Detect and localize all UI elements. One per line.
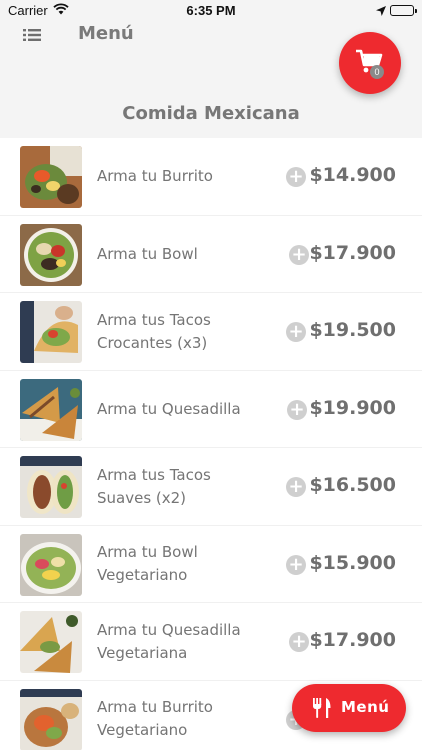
- food-image: [20, 533, 82, 596]
- add-to-cart-button[interactable]: +: [286, 477, 306, 497]
- item-name: Arma tus Tacos Crocantes (x3): [97, 310, 211, 352]
- list-item[interactable]: Arma tus Tacos Suaves (x2) + $16.500: [0, 448, 422, 526]
- food-image: [20, 301, 82, 363]
- item-name: Arma tu Burrito: [97, 167, 213, 185]
- list-item[interactable]: Arma tu Bowl + $17.900: [0, 215, 422, 293]
- add-to-cart-button[interactable]: +: [286, 167, 306, 187]
- status-bar: Carrier 6:35 PM: [0, 0, 422, 22]
- add-to-cart-button[interactable]: +: [289, 244, 309, 265]
- cart-count-badge: 0: [370, 65, 384, 79]
- item-name: Arma tu Burrito Vegetariano: [97, 698, 213, 739]
- list-menu-icon[interactable]: [22, 27, 44, 43]
- menu-fab-label: Menú: [341, 698, 390, 716]
- item-price: $19.900: [309, 396, 396, 419]
- menu-list: Arma tu Burrito + $14.900 Arma tu Bowl +…: [0, 138, 422, 750]
- food-image: [20, 611, 82, 673]
- food-image: [20, 223, 82, 286]
- add-to-cart-button[interactable]: +: [286, 322, 306, 342]
- list-item[interactable]: Arma tu Burrito + $14.900: [0, 138, 422, 216]
- food-image: [20, 456, 82, 518]
- item-price: $15.900: [309, 551, 396, 574]
- battery-icon: [390, 5, 417, 16]
- item-name: Arma tus Tacos Suaves (x2): [97, 465, 211, 507]
- item-name: Arma tu Quesadilla Vegetariana: [97, 620, 241, 662]
- cart-button[interactable]: 0: [339, 32, 401, 94]
- page-title: Menú: [78, 23, 134, 44]
- food-image: [20, 688, 82, 750]
- item-price: $19.500: [309, 319, 396, 341]
- cutlery-icon: [313, 698, 331, 718]
- item-price: $14.900: [309, 164, 396, 186]
- item-price: $17.900: [309, 629, 396, 651]
- category-title: Comida Mexicana: [122, 103, 300, 124]
- location-arrow-icon: [376, 4, 386, 19]
- item-price: $17.900: [309, 241, 396, 264]
- list-item[interactable]: Arma tu Quesadilla Vegetariana + $17.900: [0, 603, 422, 681]
- add-to-cart-button[interactable]: +: [286, 554, 306, 575]
- item-name: Arma tu Bowl: [97, 244, 198, 263]
- add-to-cart-button[interactable]: +: [287, 399, 307, 420]
- item-name: Arma tu Bowl Vegetariano: [97, 543, 198, 584]
- food-image: [20, 146, 82, 208]
- item-name: Arma tu Quesadilla: [97, 399, 241, 418]
- clock: 6:35 PM: [186, 3, 236, 18]
- list-item[interactable]: Arma tu Bowl Vegetariano + $15.900: [0, 525, 422, 603]
- item-price: $16.500: [309, 474, 396, 496]
- list-item[interactable]: Arma tu Quesadilla + $19.900: [0, 370, 422, 448]
- add-to-cart-button[interactable]: +: [289, 632, 309, 652]
- food-image: [20, 378, 82, 441]
- list-item[interactable]: Arma tus Tacos Crocantes (x3) + $19.500: [0, 293, 422, 371]
- menu-fab-button[interactable]: Menú: [292, 684, 406, 732]
